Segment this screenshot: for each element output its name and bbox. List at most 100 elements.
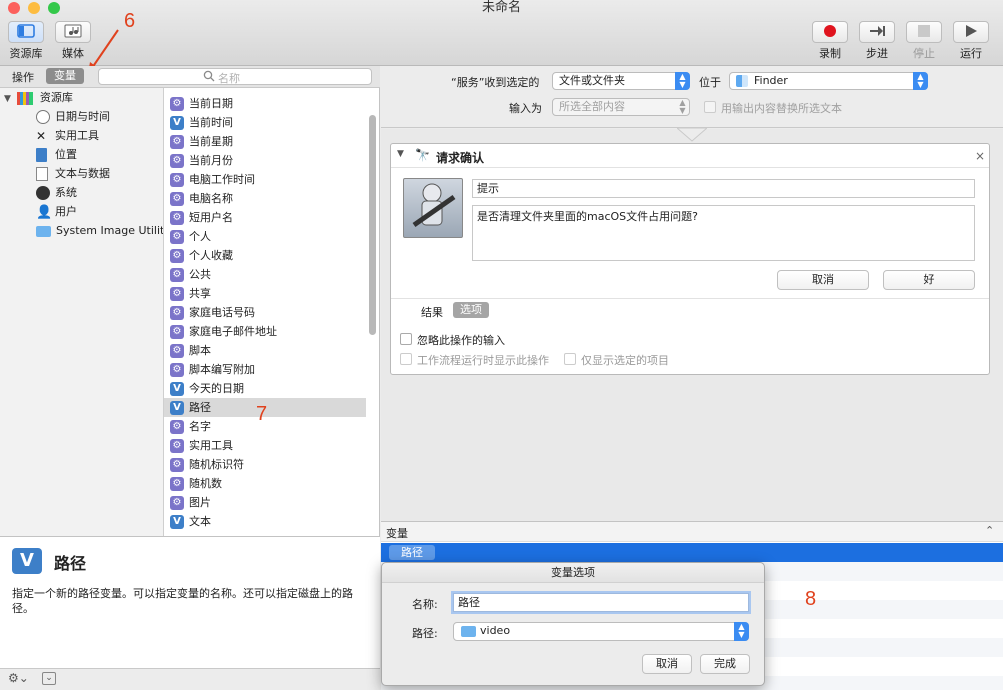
preview-ok-button[interactable]: 好 xyxy=(883,270,975,290)
user-silhouette-icon: 👤 xyxy=(36,204,53,220)
variable-v-icon: V xyxy=(12,548,42,574)
action-title: 请求确认 xyxy=(436,151,485,165)
variable-list-item[interactable]: V 文本 xyxy=(164,512,366,531)
show-selected-only-checkbox[interactable] xyxy=(564,353,576,365)
path-select[interactable]: video ▲ ▼ xyxy=(453,622,749,641)
record-button[interactable] xyxy=(812,21,848,43)
variable-list-item[interactable]: ⚙ 当前星期 xyxy=(164,132,366,151)
minimize-window-button[interactable] xyxy=(28,2,40,14)
variable-list-item[interactable]: ⚙ 脚本 xyxy=(164,341,366,360)
chevron-up-icon[interactable]: ⌃ xyxy=(985,524,994,537)
library-item-location[interactable]: 位置 xyxy=(36,145,77,164)
step-icon xyxy=(868,24,886,41)
show-when-run-checkbox[interactable] xyxy=(400,353,412,365)
library-item-text-data[interactable]: 文本与数据 xyxy=(36,164,110,183)
variable-list-item[interactable]: ⚙ 共享 xyxy=(164,284,366,303)
variable-options-dialog: 变量选项 名称: 路径 路径: video ▲ ▼ 取消 完成 xyxy=(381,562,765,686)
document-location-icon xyxy=(36,148,47,162)
prompt-title-field[interactable]: 提示 xyxy=(472,179,975,198)
library-books-icon xyxy=(17,91,34,105)
input-type-select[interactable]: 文件或文件夹 ▲ ▼ xyxy=(552,72,690,90)
library-item-utilities[interactable]: ✕ 实用工具 xyxy=(36,126,99,145)
variable-list-item[interactable]: ⚙ 短用户名 xyxy=(164,208,366,227)
library-item-system[interactable]: 系统 xyxy=(36,183,77,202)
variable-list-item-label: 公共 xyxy=(189,268,211,281)
ignore-input-checkbox[interactable] xyxy=(400,333,412,345)
variable-list-item-label: 名字 xyxy=(189,420,211,433)
variable-list-item[interactable]: ⚙ 公共 xyxy=(164,265,366,284)
library-item-label: 系统 xyxy=(55,186,77,199)
input-scope-select[interactable]: 所选全部内容 ▲ ▼ xyxy=(552,98,690,116)
replace-text-checkbox[interactable] xyxy=(704,101,716,113)
variable-list-item[interactable]: V 今天的日期 xyxy=(164,379,366,398)
finder-icon xyxy=(736,75,748,87)
run-button[interactable] xyxy=(953,21,989,43)
collapse-triangle-icon[interactable]: ▼ xyxy=(397,149,404,159)
variable-list-item-label: 路径 xyxy=(189,401,211,414)
gear-icon: ⚙ xyxy=(170,97,184,111)
tab-actions[interactable]: 操作 xyxy=(12,69,34,85)
library-tab-bar: 操作 变量 名称 xyxy=(0,66,380,88)
tab-results[interactable]: 结果 xyxy=(421,304,443,320)
disclosure-triangle-icon[interactable]: ▼ xyxy=(4,94,11,104)
variable-name-field[interactable]: 路径 xyxy=(453,593,749,612)
variable-list-item-label: 短用户名 xyxy=(189,211,233,224)
variable-list-item[interactable]: ⚙ 电脑名称 xyxy=(164,189,366,208)
search-input[interactable]: 名称 xyxy=(98,68,372,85)
gear-menu-icon[interactable]: ⚙⌄ xyxy=(8,671,29,685)
close-window-button[interactable] xyxy=(8,2,20,14)
variable-list-item[interactable]: ⚙ 个人收藏 xyxy=(164,246,366,265)
variable-list-item-label: 当前时间 xyxy=(189,116,233,129)
variable-row-selected[interactable]: 路径 xyxy=(381,543,1003,562)
dialog-done-button[interactable]: 完成 xyxy=(700,654,750,674)
variable-list-item-label: 当前日期 xyxy=(189,97,233,110)
application-select[interactable]: Finder ▲ ▼ xyxy=(729,72,928,90)
variable-v-icon: V xyxy=(170,116,184,130)
stop-button[interactable] xyxy=(906,21,942,43)
variable-list-item[interactable]: ⚙ 图片 xyxy=(164,493,366,512)
select-arrows-icon: ▲ ▼ xyxy=(913,72,928,90)
library-item-user[interactable]: 👤 用户 xyxy=(36,202,77,221)
variable-list-item-label: 文本 xyxy=(189,515,211,528)
variable-list-item[interactable]: ⚙ 当前月份 xyxy=(164,151,366,170)
window-title: 未命名 xyxy=(481,0,521,15)
gear-icon: ⚙ xyxy=(170,306,184,320)
run-icon xyxy=(964,24,978,41)
library-item-label: 用户 xyxy=(55,205,77,218)
show-selected-only-label: 仅显示选定的项目 xyxy=(581,354,669,367)
dialog-cancel-button[interactable]: 取消 xyxy=(642,654,692,674)
collapse-description-icon[interactable]: ⌄ xyxy=(42,672,56,685)
variable-list-item[interactable]: ⚙ 当前日期 xyxy=(164,94,366,113)
preview-cancel-button[interactable]: 取消 xyxy=(777,270,869,290)
variable-list-item[interactable]: ⚙ 脚本编写附加 xyxy=(164,360,366,379)
tab-options[interactable]: 选项 xyxy=(453,302,489,318)
library-item-system-image-utility[interactable]: System Image Utility xyxy=(36,221,163,240)
text-document-icon xyxy=(36,167,48,181)
folder-icon xyxy=(36,225,51,237)
variable-list-item[interactable]: V 当前时间 xyxy=(164,113,366,132)
library-item-label: 位置 xyxy=(55,148,77,161)
variable-list-item[interactable]: ⚙ 个人 xyxy=(164,227,366,246)
close-action-icon[interactable]: × xyxy=(975,149,985,163)
variables-scrollbar[interactable] xyxy=(369,115,376,335)
library-root[interactable]: ▼ 资源库 xyxy=(4,88,73,107)
prompt-message-field[interactable]: 是否清理文件夹里面的macOS文件占用问题? xyxy=(472,205,975,261)
zoom-window-button[interactable] xyxy=(48,2,60,14)
variable-list-item[interactable]: ⚙ 随机标识符 xyxy=(164,455,366,474)
variable-list-item[interactable]: ⚙ 家庭电话号码 xyxy=(164,303,366,322)
variable-token[interactable]: 路径 xyxy=(389,545,435,560)
gear-icon: ⚙ xyxy=(170,344,184,358)
library-toggle-button[interactable] xyxy=(8,21,44,43)
step-button[interactable] xyxy=(859,21,895,43)
variable-list-item[interactable]: ⚙ 随机数 xyxy=(164,474,366,493)
library-item-label: 日期与时间 xyxy=(55,110,110,123)
path-label: 路径: xyxy=(412,627,438,640)
tab-variables[interactable]: 变量 xyxy=(46,68,84,84)
variable-list-item[interactable]: ⚙ 实用工具 xyxy=(164,436,366,455)
library-item-datetime[interactable]: 日期与时间 xyxy=(36,107,110,126)
library-item-label: 文本与数据 xyxy=(55,167,110,180)
variable-v-icon: V xyxy=(170,515,184,529)
variable-list-item[interactable]: ⚙ 家庭电子邮件地址 xyxy=(164,322,366,341)
gear-icon: ⚙ xyxy=(170,173,184,187)
variable-list-item[interactable]: ⚙ 电脑工作时间 xyxy=(164,170,366,189)
